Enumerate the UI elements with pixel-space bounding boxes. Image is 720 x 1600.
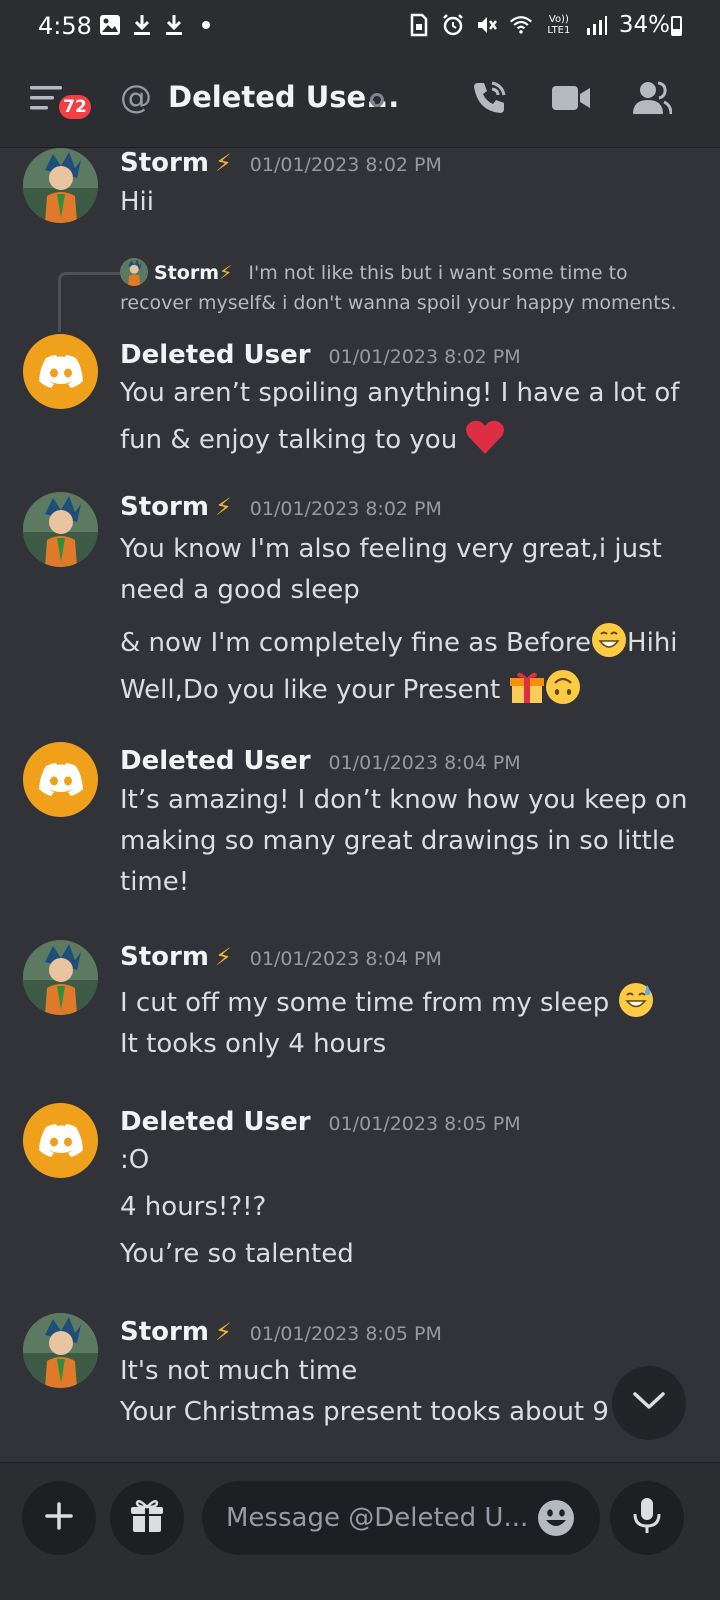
message-input[interactable] bbox=[226, 1499, 526, 1537]
download-icon bbox=[162, 13, 186, 37]
sim-icon bbox=[407, 13, 431, 37]
message-text: It's not much time bbox=[120, 1356, 358, 1386]
gift-button[interactable] bbox=[110, 1481, 184, 1555]
reply-avatar bbox=[120, 258, 148, 286]
message-text: time! bbox=[120, 867, 190, 897]
avatar[interactable] bbox=[23, 334, 98, 409]
message-text: 4 hours!?!? bbox=[120, 1192, 267, 1222]
sweat-smile-emoji bbox=[618, 982, 654, 1018]
unread-badge: 72 bbox=[56, 92, 94, 122]
message-text: You’re so talented bbox=[120, 1239, 354, 1269]
emoji-icon[interactable] bbox=[536, 1498, 576, 1538]
offline-status-icon bbox=[370, 93, 384, 107]
message-text: Well,Do you like your Present bbox=[120, 669, 581, 705]
message-text: making so many great drawings in so litt… bbox=[120, 826, 676, 856]
download-icon bbox=[130, 13, 154, 37]
message-text: Hii bbox=[120, 187, 154, 217]
author-name[interactable]: Storm bbox=[120, 942, 209, 972]
message-text: need a good sleep bbox=[120, 575, 360, 605]
reply-author: Storm bbox=[154, 262, 219, 284]
photo-icon bbox=[98, 13, 122, 37]
alarm-icon bbox=[441, 13, 465, 37]
avatar[interactable] bbox=[23, 492, 98, 567]
message-input-container[interactable] bbox=[202, 1481, 600, 1555]
chevron-down-icon bbox=[632, 1391, 666, 1415]
message-text: :O bbox=[120, 1145, 150, 1175]
wifi-icon bbox=[509, 13, 533, 37]
members-icon[interactable] bbox=[630, 76, 674, 120]
avatar[interactable] bbox=[23, 1103, 98, 1178]
voice-message-button[interactable] bbox=[610, 1481, 684, 1555]
lightning-emoji: ⚡ bbox=[214, 149, 232, 177]
message-timestamp: 01/01/2023 8:05 PM bbox=[328, 1113, 521, 1135]
status-bar: 4:58 Vo)) LTE1 34% bbox=[0, 0, 720, 52]
author-name[interactable]: Deleted User bbox=[120, 340, 311, 370]
reply-text: recover myself& i don't wanna spoil your… bbox=[120, 292, 677, 314]
author-name[interactable]: Storm bbox=[120, 1317, 209, 1347]
author-name[interactable]: Storm bbox=[120, 492, 209, 522]
dm-at-icon: @ bbox=[120, 78, 152, 116]
plus-icon bbox=[44, 1501, 74, 1535]
message-timestamp: 01/01/2023 8:05 PM bbox=[249, 1323, 442, 1345]
message-composer bbox=[0, 1462, 720, 1600]
message-timestamp: 01/01/2023 8:04 PM bbox=[328, 752, 521, 774]
message-timestamp: 01/01/2023 8:02 PM bbox=[249, 498, 442, 520]
message-text: fun & enjoy talking to you bbox=[120, 419, 505, 455]
signal-icon bbox=[585, 13, 609, 37]
avatar[interactable] bbox=[23, 742, 98, 817]
message-text: You aren’t spoiling anything! I have a l… bbox=[120, 378, 680, 408]
battery-icon bbox=[671, 16, 682, 36]
network-label: Vo)) LTE1 bbox=[547, 14, 571, 36]
lightning-emoji: ⚡ bbox=[214, 493, 232, 521]
avatar[interactable] bbox=[23, 1313, 98, 1388]
upside-down-face-emoji bbox=[545, 669, 581, 705]
message-text: I cut off my some time from my sleep bbox=[120, 982, 654, 1018]
lightning-emoji: ⚡ bbox=[214, 1318, 232, 1346]
call-icon[interactable] bbox=[467, 76, 511, 120]
reply-text: I'm not like this but i want some time t… bbox=[248, 262, 628, 284]
channel-title[interactable]: Deleted Use... bbox=[168, 80, 399, 114]
battery-percent: 34% bbox=[618, 12, 670, 38]
gift-emoji bbox=[509, 669, 545, 705]
message-timestamp: 01/01/2023 8:02 PM bbox=[249, 154, 442, 176]
lightning-emoji: ⚡ bbox=[219, 262, 233, 284]
add-attachment-button[interactable] bbox=[22, 1481, 96, 1555]
reply-preview[interactable]: Storm⚡ I'm not like this but i want some… bbox=[120, 258, 677, 318]
dot-icon bbox=[194, 13, 218, 37]
video-icon[interactable] bbox=[549, 76, 593, 120]
message-timestamp: 01/01/2023 8:04 PM bbox=[249, 948, 442, 970]
microphone-icon bbox=[632, 1497, 662, 1539]
lightning-emoji: ⚡ bbox=[214, 943, 232, 971]
reply-spine bbox=[58, 272, 120, 332]
message-list[interactable]: Storm ⚡ 01/01/2023 8:02 PM Hii Storm⚡ I'… bbox=[0, 148, 720, 1490]
mute-icon bbox=[475, 13, 499, 37]
message-text: It tooks only 4 hours bbox=[120, 1029, 387, 1059]
grinning-emoji bbox=[591, 622, 627, 658]
channel-header: 72 @ Deleted Use... bbox=[0, 52, 720, 148]
jump-to-present-button[interactable] bbox=[612, 1366, 686, 1440]
avatar[interactable] bbox=[23, 148, 98, 223]
message-text: You know I'm also feeling very great,i j… bbox=[120, 534, 662, 564]
avatar[interactable] bbox=[23, 940, 98, 1015]
message-text: & now I'm completely fine as Before Hihi bbox=[120, 622, 678, 658]
message-timestamp: 01/01/2023 8:02 PM bbox=[328, 346, 521, 368]
message-text: Your Christmas present tooks about 9 h bbox=[120, 1397, 634, 1427]
author-name[interactable]: Deleted User bbox=[120, 1107, 311, 1137]
author-name[interactable]: Storm bbox=[120, 148, 209, 178]
message-text: It’s amazing! I don’t know how you keep … bbox=[120, 785, 688, 815]
gift-icon bbox=[129, 1498, 165, 1538]
author-name[interactable]: Deleted User bbox=[120, 746, 311, 776]
red-heart-emoji bbox=[465, 419, 505, 455]
status-time: 4:58 bbox=[38, 12, 92, 40]
